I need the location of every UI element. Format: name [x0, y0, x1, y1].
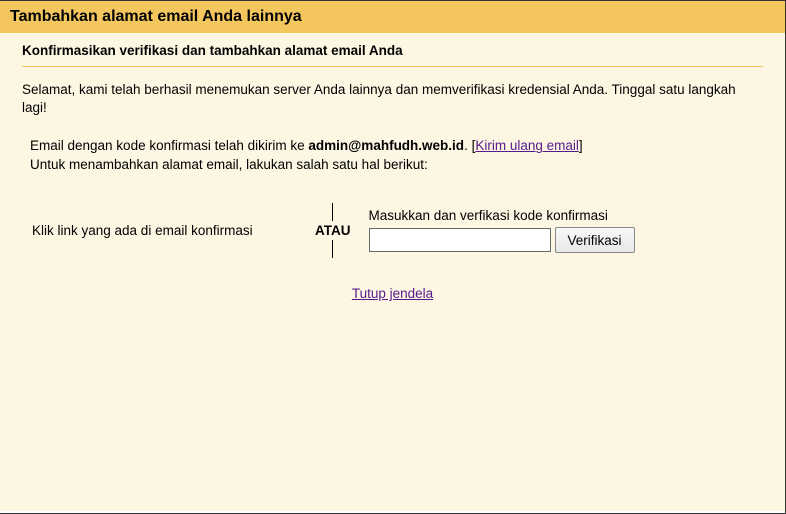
- verify-code-label: Masukkan dan verfikasi kode konfirmasi: [369, 208, 764, 223]
- instructions-block: Email dengan kode konfirmasi telah dikir…: [22, 137, 763, 175]
- separator-line-bottom: [332, 240, 333, 258]
- confirmed-email: admin@mahfudh.web.id: [308, 138, 464, 153]
- separator-text: ATAU: [315, 221, 351, 240]
- subtitle: Konfirmasikan verifikasi dan tambahkan a…: [22, 43, 763, 67]
- dialog-container: Tambahkan alamat email Anda lainnya Konf…: [0, 0, 786, 514]
- options-row: Klik link yang ada di email konfirmasi A…: [22, 203, 763, 258]
- close-window-link[interactable]: Tutup jendela: [352, 286, 433, 301]
- resend-email-link[interactable]: Kirim ulang email: [475, 138, 579, 153]
- content-area: Konfirmasikan verifikasi dan tambahkan a…: [0, 33, 785, 511]
- separator-line-top: [332, 203, 333, 221]
- option-click-link: Klik link yang ada di email konfirmasi: [32, 222, 307, 240]
- instructions-line2: Untuk menambahkan alamat email, lakukan …: [30, 157, 428, 172]
- option-enter-code: Masukkan dan verfikasi kode konfirmasi V…: [359, 208, 764, 253]
- separator: ATAU: [315, 203, 351, 258]
- instructions-prefix: Email dengan kode konfirmasi telah dikir…: [30, 138, 308, 153]
- dialog-title: Tambahkan alamat email Anda lainnya: [10, 8, 302, 25]
- instructions-after-email: . [: [464, 138, 475, 153]
- success-message: Selamat, kami telah berhasil menemukan s…: [22, 81, 763, 117]
- instructions-after-link: ]: [579, 138, 583, 153]
- verification-code-input[interactable]: [369, 228, 551, 252]
- verify-button[interactable]: Verifikasi: [555, 227, 635, 253]
- dialog-header: Tambahkan alamat email Anda lainnya: [0, 1, 785, 33]
